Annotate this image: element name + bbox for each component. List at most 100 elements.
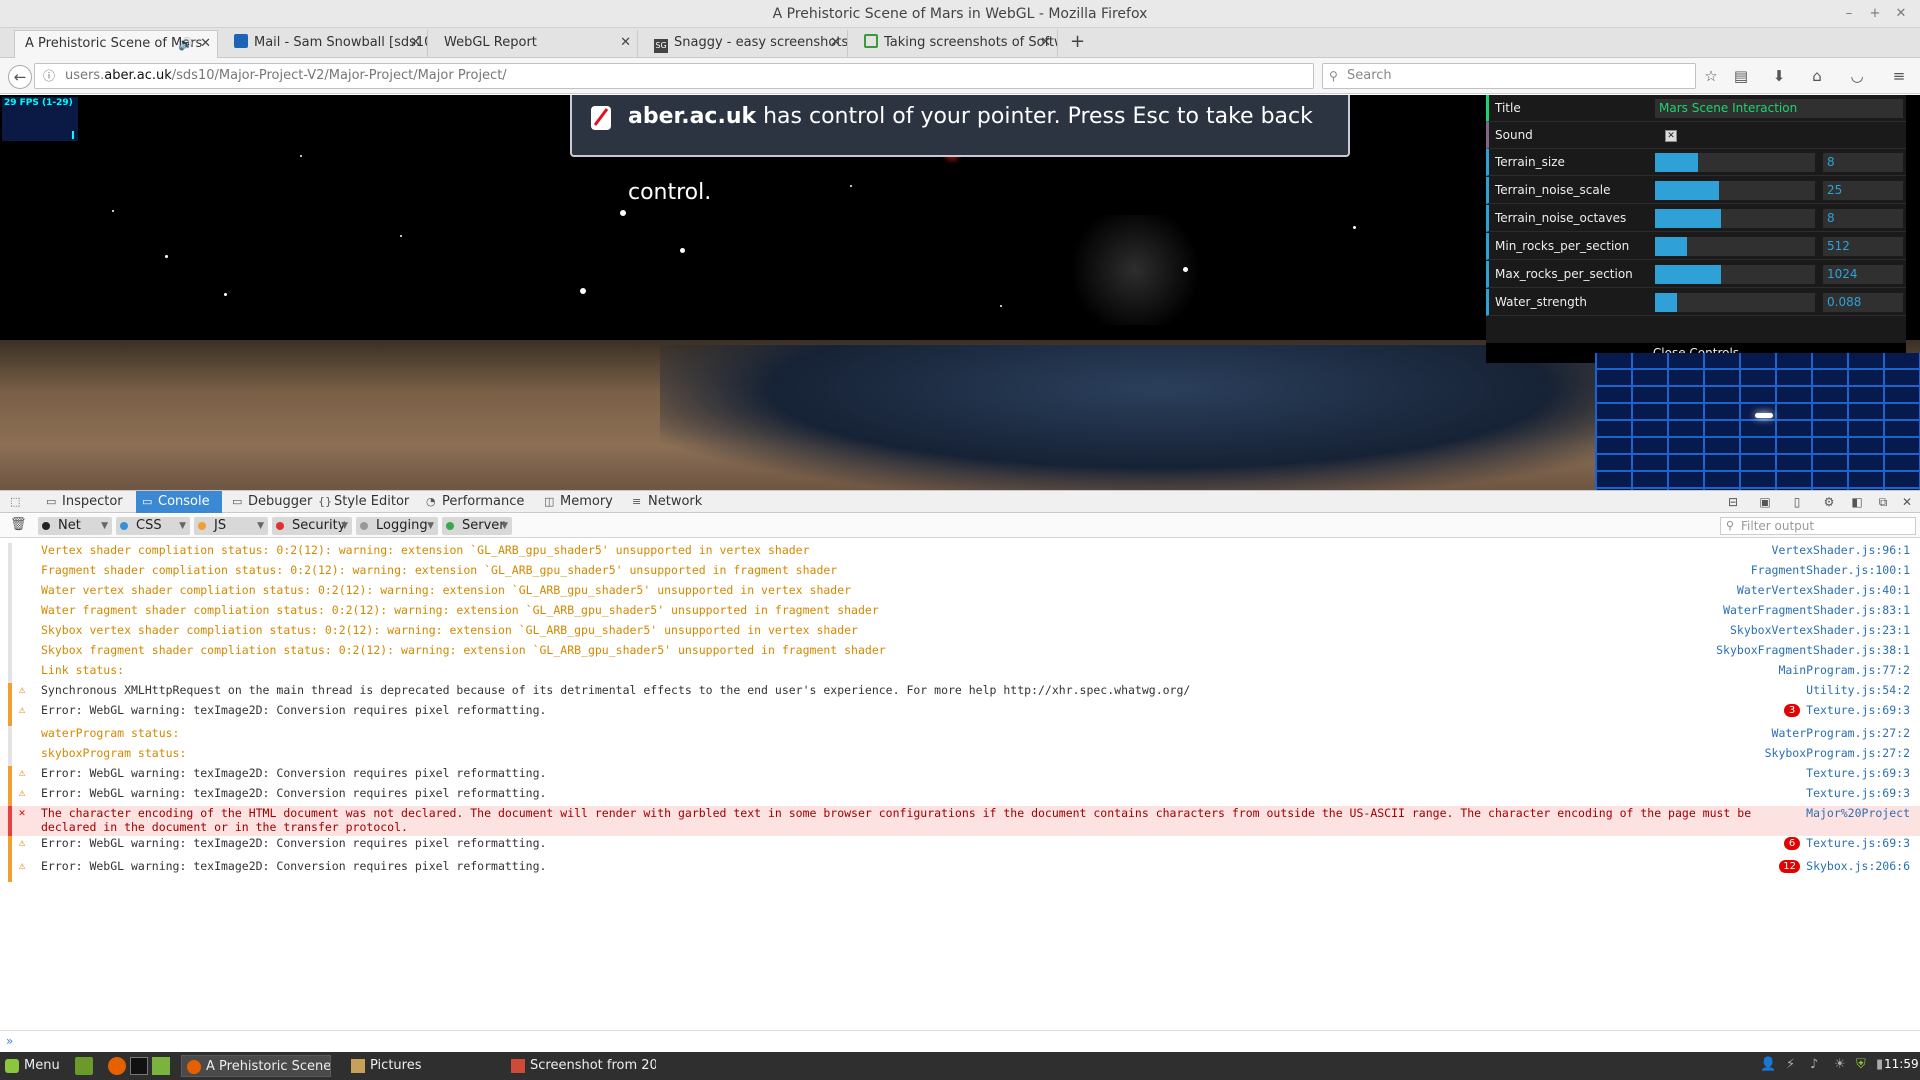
filter-security[interactable]: Security ▼ (272, 517, 352, 535)
battery-icon[interactable]: ▮ (1876, 1057, 1883, 1072)
filter-js[interactable]: JS ▼ (194, 517, 268, 535)
devtools-tab-console[interactable]: ▭ Console (136, 491, 222, 513)
devtools-tab-network[interactable]: ≡ Network (626, 491, 706, 513)
screenshot-icon[interactable]: ▣ (1756, 494, 1774, 510)
devtools-tab-performance[interactable]: ◔ Performance (420, 491, 534, 513)
taskbar-item-screenshot[interactable]: Screenshot from 20... (506, 1055, 656, 1077)
tab-screenshots[interactable]: Taking screenshots of Softw ✕ (854, 30, 1058, 58)
gui-slider-value-input[interactable]: 1024 (1823, 265, 1903, 284)
speaker-icon[interactable]: 🔊 (178, 31, 193, 57)
console-source-link[interactable]: Major%20Project (1806, 806, 1910, 820)
console-input[interactable]: » (0, 1030, 1920, 1052)
gui-slider-value-input[interactable]: 0.088 (1823, 293, 1903, 312)
gui-slider[interactable] (1655, 181, 1815, 200)
close-tab-icon[interactable]: ✕ (830, 30, 841, 56)
pocket-icon[interactable]: ◡ (1846, 66, 1868, 86)
volume-icon[interactable]: ♪ (1810, 1057, 1818, 1072)
taskbar-item-pictures[interactable]: Pictures (346, 1055, 496, 1077)
sound-checkbox[interactable]: ✕ (1665, 130, 1677, 142)
tab-mail[interactable]: Mail - Sam Snowball [sds10 ✕ (224, 30, 428, 58)
brightness-icon[interactable]: ☀ (1834, 1057, 1846, 1072)
taskbar-item-firefox[interactable]: A Prehistoric Scene ... (181, 1055, 331, 1077)
filter-output-input[interactable]: ⚲ Filter output (1720, 517, 1916, 535)
console-source-link[interactable]: Texture.js:69:3 (1806, 786, 1910, 800)
gui-slider-value-input[interactable]: 25 (1823, 181, 1903, 200)
console-source-link[interactable]: FragmentShader.js:100:1 (1751, 563, 1910, 577)
dock-side-icon[interactable]: ◧ (1848, 494, 1866, 510)
gui-slider-value-input[interactable]: 8 (1823, 209, 1903, 228)
settings-gear-icon[interactable]: ⚙ (1820, 494, 1838, 510)
undock-icon[interactable]: ⧉ (1874, 494, 1892, 510)
files-launcher-icon[interactable] (152, 1057, 170, 1075)
filter-net[interactable]: Net ▼ (38, 517, 112, 535)
console-source-link[interactable]: WaterVertexShader.js:40:1 (1737, 583, 1910, 597)
chevron-down-icon[interactable]: ▼ (341, 517, 348, 535)
gui-title-input[interactable]: Mars Scene Interaction (1655, 99, 1903, 118)
chevron-down-icon[interactable]: ▼ (179, 517, 186, 535)
console-source-link[interactable]: SkyboxFragmentShader.js:38:1 (1716, 643, 1910, 657)
gui-slider[interactable] (1655, 237, 1815, 256)
search-input[interactable]: ⚲ Search (1322, 63, 1696, 89)
devtools-tab-style-editor[interactable]: {} Style Editor (312, 491, 416, 513)
home-icon[interactable]: ⌂ (1806, 66, 1828, 86)
info-icon[interactable]: ⓘ (43, 64, 55, 88)
devtools-tab-debugger[interactable]: ▭ Debugger (226, 491, 312, 513)
console-source-link[interactable]: Texture.js:69:3 (1806, 836, 1910, 850)
console-source-link[interactable]: SkyboxVertexShader.js:23:1 (1730, 623, 1910, 637)
gui-slider[interactable] (1655, 209, 1815, 228)
clear-console-icon[interactable]: 🗑 (10, 517, 27, 532)
console-source-link[interactable]: SkyboxProgram.js:27:2 (1765, 746, 1910, 760)
console-source-link[interactable]: Skybox.js:206:6 (1806, 859, 1910, 873)
gui-slider-value-input[interactable]: 512 (1823, 237, 1903, 256)
menu-hamburger-icon[interactable]: ≡ (1888, 66, 1910, 86)
webgl-canvas[interactable]: 29 FPS (1-29) aber.ac.uk has control of … (0, 95, 1920, 490)
tab-webgl-report[interactable]: WebGL Report ✕ (434, 30, 638, 58)
start-menu-button[interactable]: Menu (0, 1055, 64, 1077)
console-source-link[interactable]: VertexShader.js:96:1 (1772, 543, 1910, 557)
back-icon[interactable]: ← (8, 65, 32, 89)
terminal-launcher-icon[interactable] (130, 1057, 148, 1075)
devtools-tab-inspector[interactable]: ▭ Inspector (40, 491, 132, 513)
console-source-link[interactable]: Utility.js:54:2 (1806, 683, 1910, 697)
chevron-down-icon[interactable]: ▼ (257, 517, 264, 535)
bookmark-star-icon[interactable]: ☆ (1700, 66, 1722, 86)
console-source-link[interactable]: MainProgram.js:77:2 (1778, 663, 1910, 677)
console-source-link[interactable]: Texture.js:69:3 (1806, 766, 1910, 780)
reading-list-icon[interactable]: ▤ (1730, 66, 1752, 86)
responsive-mode-icon[interactable]: ▯ (1788, 494, 1806, 510)
split-console-icon[interactable]: ⊟ (1724, 494, 1742, 510)
console-source-link[interactable]: WaterProgram.js:27:2 (1772, 726, 1910, 740)
maximize-icon[interactable]: + (1864, 0, 1886, 28)
user-icon[interactable]: 👤 (1760, 1057, 1776, 1072)
close-tab-icon[interactable]: ✕ (1040, 30, 1051, 56)
gui-slider[interactable] (1655, 265, 1815, 284)
gui-slider[interactable] (1655, 153, 1815, 172)
update-shield-icon[interactable]: ⛨ (1856, 1057, 1866, 1072)
filter-css[interactable]: CSS ▼ (116, 517, 190, 535)
gui-slider-value-input[interactable]: 8 (1823, 153, 1903, 172)
close-tab-icon[interactable]: ✕ (620, 30, 631, 56)
url-bar[interactable]: ⓘ users.aber.ac.uk/sds10/Major-Project-V2… (34, 63, 1314, 89)
console-source-link[interactable]: Texture.js:69:3 (1806, 703, 1910, 717)
devtools-tab-memory[interactable]: ◫ Memory (538, 491, 622, 513)
gui-slider[interactable] (1655, 293, 1815, 312)
console-source-link[interactable]: WaterFragmentShader.js:83:1 (1723, 603, 1910, 617)
element-picker-icon[interactable]: ⬚ (0, 491, 32, 513)
chevron-down-icon[interactable]: ▼ (101, 517, 108, 535)
minimize-icon[interactable]: – (1838, 0, 1860, 28)
close-tab-icon[interactable]: ✕ (200, 31, 211, 57)
filter-logging[interactable]: Logging ▼ (356, 517, 438, 535)
show-desktop-icon[interactable] (75, 1057, 93, 1075)
close-tab-icon[interactable]: ✕ (410, 30, 421, 56)
chevron-down-icon[interactable]: ▼ (427, 517, 434, 535)
chevron-down-icon[interactable]: ▼ (501, 517, 508, 535)
firefox-launcher-icon[interactable] (108, 1057, 126, 1075)
filter-server[interactable]: Server ▼ (442, 517, 512, 535)
clock[interactable]: 11:59 (1884, 1057, 1919, 1071)
close-devtools-icon[interactable]: ✕ (1898, 494, 1916, 510)
network-icon[interactable]: ⚡ (1786, 1057, 1795, 1072)
tab-snaggy[interactable]: SG Snaggy - easy screenshots ✕ (644, 30, 848, 58)
download-icon[interactable]: ⬇ (1768, 66, 1790, 86)
new-tab-icon[interactable]: + (1070, 31, 1085, 52)
close-window-icon[interactable]: ✕ (1890, 0, 1912, 28)
